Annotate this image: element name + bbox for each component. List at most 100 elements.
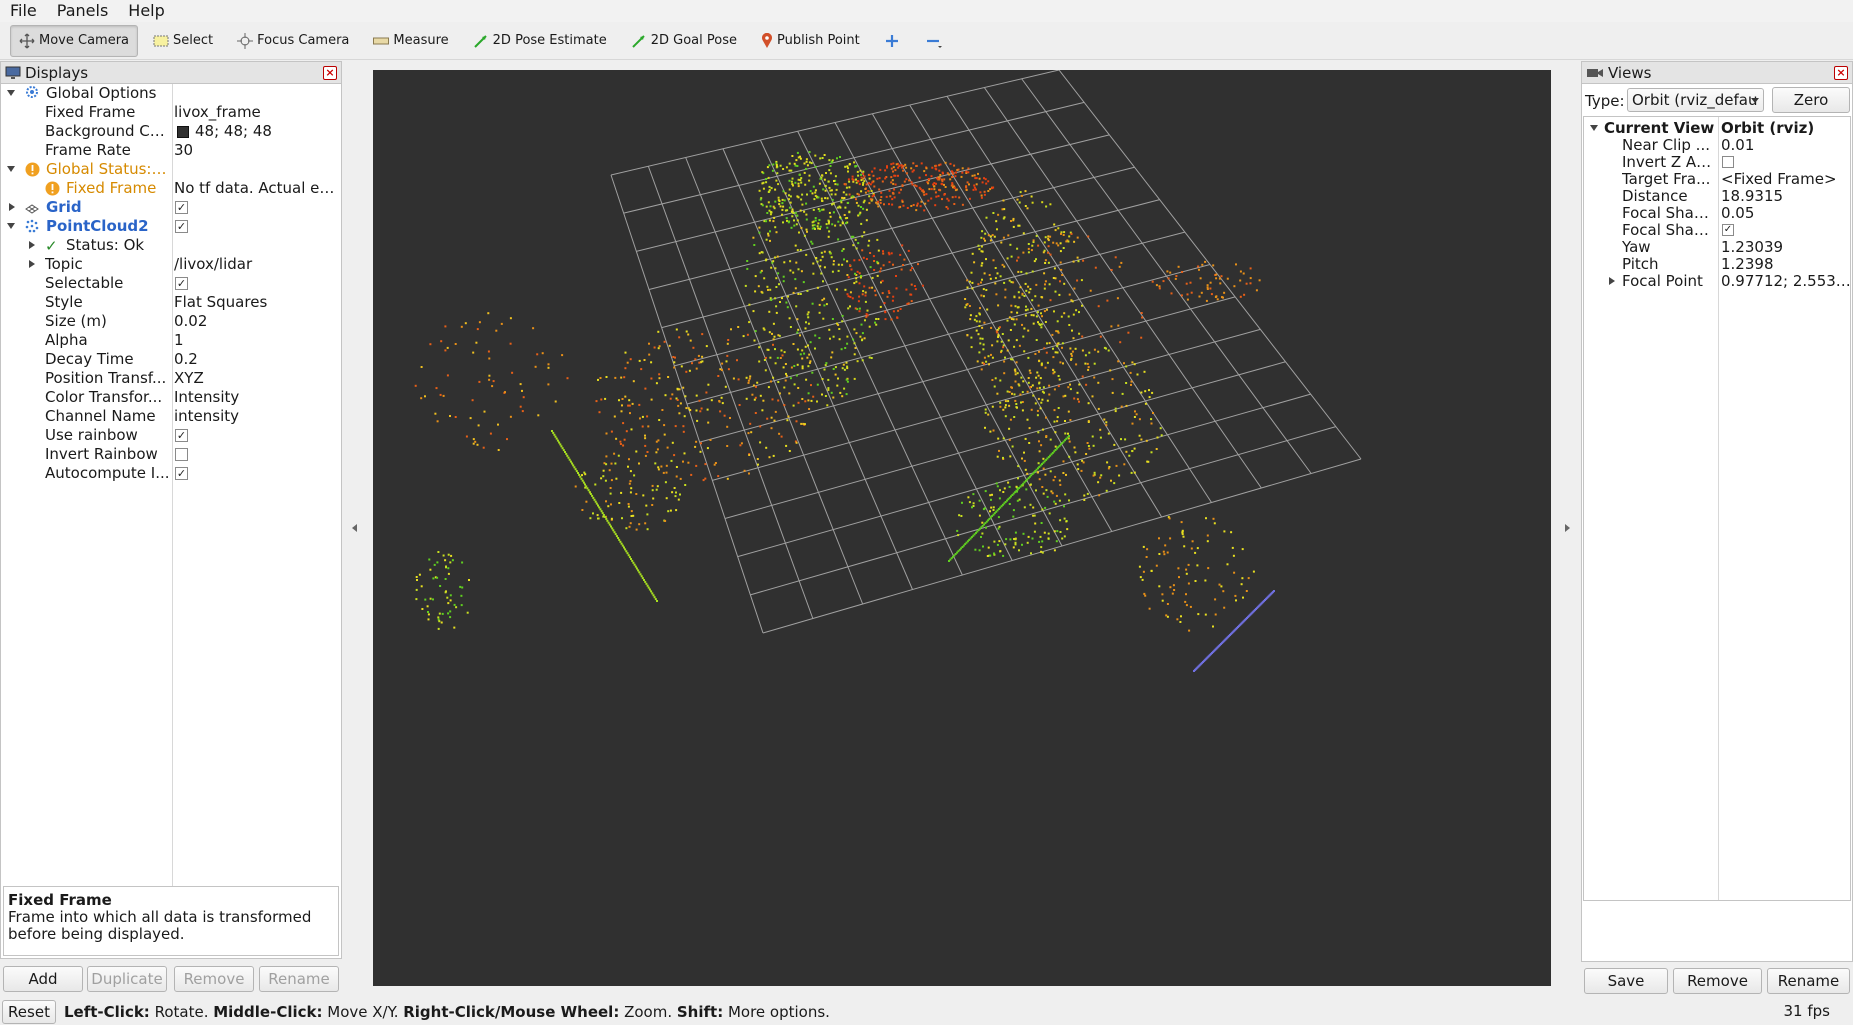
expand-arrow-icon[interactable] bbox=[7, 223, 15, 229]
focal-point-value[interactable]: 0.97712; 2.5538;... bbox=[1721, 273, 1853, 290]
tree-row-target-frame[interactable]: Target Fra... <Fixed Frame> bbox=[1584, 171, 1853, 188]
move-camera-tool[interactable]: Move Camera bbox=[10, 24, 139, 57]
near-clip-value[interactable]: 0.01 bbox=[1721, 137, 1853, 154]
tree-row-decay-time[interactable]: Decay Time 0.2 bbox=[1, 350, 341, 369]
save-view-button[interactable]: Save bbox=[1584, 968, 1668, 994]
tree-row-pointcloud2[interactable]: PointCloud2 ✓ bbox=[1, 217, 341, 236]
measure-tool[interactable]: Measure bbox=[364, 25, 457, 57]
tree-row-invert-rainbow[interactable]: Invert Rainbow bbox=[1, 445, 341, 464]
expand-arrow-icon[interactable] bbox=[7, 166, 15, 172]
size-value[interactable]: 0.02 bbox=[174, 312, 340, 331]
target-frame-value[interactable]: <Fixed Frame> bbox=[1721, 171, 1853, 188]
tree-row-global-status[interactable]: Global Status: ... bbox=[1, 160, 341, 179]
invert-rainbow-checkbox[interactable] bbox=[175, 448, 188, 461]
right-splitter-arrow-icon[interactable] bbox=[1565, 524, 1570, 532]
tree-row-focal-shape-fixed[interactable]: Focal Shap... ✓ bbox=[1584, 222, 1853, 239]
collapse-arrow-icon[interactable] bbox=[29, 260, 35, 268]
decay-time-value[interactable]: 0.2 bbox=[174, 350, 340, 369]
focal-shape-fixed-checkbox[interactable]: ✓ bbox=[1722, 224, 1734, 236]
duplicate-display-button[interactable]: Duplicate bbox=[87, 966, 167, 992]
tree-row-style[interactable]: Style Flat Squares bbox=[1, 293, 341, 312]
view-type-select[interactable]: Orbit (rviz_defau bbox=[1627, 88, 1764, 112]
tree-row-position-transform[interactable]: Position Transf... XYZ bbox=[1, 369, 341, 388]
tree-row-selectable[interactable]: Selectable ✓ bbox=[1, 274, 341, 293]
tree-row-background-color[interactable]: Background Color 48; 48; 48 bbox=[1, 122, 341, 141]
render-viewport[interactable] bbox=[373, 70, 1551, 986]
toolbar: Move Camera Select Focus Camera Measure … bbox=[0, 22, 1853, 60]
alpha-value[interactable]: 1 bbox=[174, 331, 340, 350]
select-tool[interactable]: Select bbox=[144, 25, 222, 57]
tree-row-invert-z[interactable]: Invert Z Axis bbox=[1584, 154, 1853, 171]
channel-name-value[interactable]: intensity bbox=[174, 407, 340, 426]
tree-row-autocompute[interactable]: Autocompute I... ✓ bbox=[1, 464, 341, 483]
tree-row-current-view[interactable]: Current View Orbit (rviz) bbox=[1584, 120, 1853, 137]
rename-view-button[interactable]: Rename bbox=[1767, 968, 1850, 994]
type-label: Type: bbox=[1585, 92, 1625, 110]
fixed-frame-value[interactable]: livox_frame bbox=[174, 103, 340, 122]
left-splitter-arrow-icon[interactable] bbox=[352, 524, 357, 532]
style-value[interactable]: Flat Squares bbox=[174, 293, 340, 312]
focus-camera-tool[interactable]: Focus Camera bbox=[228, 25, 358, 57]
use-rainbow-label: Use rainbow bbox=[45, 426, 138, 444]
menu-panels[interactable]: Panels bbox=[47, 0, 119, 22]
tree-row-topic[interactable]: Topic /livox/lidar bbox=[1, 255, 341, 274]
reset-button[interactable]: Reset bbox=[2, 999, 56, 1024]
pose-estimate-tool[interactable]: 2D Pose Estimate bbox=[464, 25, 616, 57]
topic-value[interactable]: /livox/lidar bbox=[174, 255, 340, 274]
pose-estimate-label: 2D Pose Estimate bbox=[492, 33, 607, 48]
frame-rate-value[interactable]: 30 bbox=[174, 141, 340, 160]
tree-row-status-ok[interactable]: ✓ Status: Ok bbox=[1, 236, 341, 255]
menu-help[interactable]: Help bbox=[118, 0, 174, 22]
tree-row-color-transformer[interactable]: Color Transfor... Intensity bbox=[1, 388, 341, 407]
tree-row-pitch[interactable]: Pitch 1.2398 bbox=[1584, 256, 1853, 273]
remove-display-button[interactable]: Remove bbox=[174, 966, 254, 992]
tree-row-focal-shape-size[interactable]: Focal Shap... 0.05 bbox=[1584, 205, 1853, 222]
tree-row-grid[interactable]: Grid ✓ bbox=[1, 198, 341, 217]
tree-row-frame-rate[interactable]: Frame Rate 30 bbox=[1, 141, 341, 160]
invert-z-checkbox[interactable] bbox=[1722, 156, 1734, 168]
autocompute-checkbox[interactable]: ✓ bbox=[175, 467, 188, 480]
color-swatch[interactable] bbox=[177, 126, 189, 138]
expand-arrow-icon[interactable] bbox=[1590, 125, 1598, 131]
background-color-value[interactable]: 48; 48; 48 bbox=[195, 122, 340, 141]
tree-row-global-options[interactable]: Global Options bbox=[1, 84, 341, 103]
tree-row-size[interactable]: Size (m) 0.02 bbox=[1, 312, 341, 331]
tree-row-fixed-frame[interactable]: Fixed Frame livox_frame bbox=[1, 103, 341, 122]
position-transform-value[interactable]: XYZ bbox=[174, 369, 340, 388]
rename-display-button[interactable]: Rename bbox=[259, 966, 339, 992]
zero-button[interactable]: Zero bbox=[1772, 87, 1850, 113]
selectable-checkbox[interactable]: ✓ bbox=[175, 277, 188, 290]
distance-value[interactable]: 18.9315 bbox=[1721, 188, 1853, 205]
add-display-button[interactable]: Add bbox=[3, 966, 83, 992]
tree-row-near-clip[interactable]: Near Clip ... 0.01 bbox=[1584, 137, 1853, 154]
tree-row-channel-name[interactable]: Channel Name intensity bbox=[1, 407, 341, 426]
collapse-arrow-icon[interactable] bbox=[9, 203, 15, 211]
tree-row-distance[interactable]: Distance 18.9315 bbox=[1584, 188, 1853, 205]
add-tool-button[interactable] bbox=[875, 25, 909, 57]
expand-arrow-icon[interactable] bbox=[7, 90, 15, 96]
collapse-arrow-icon[interactable] bbox=[29, 241, 35, 249]
shift-text: More options. bbox=[723, 1002, 830, 1021]
remove-tool-button[interactable] bbox=[917, 25, 951, 57]
publish-point-tool[interactable]: Publish Point bbox=[752, 25, 869, 57]
pitch-value[interactable]: 1.2398 bbox=[1721, 256, 1853, 273]
tree-row-status-fixed-frame[interactable]: Fixed Frame No tf data. Actual err... bbox=[1, 179, 341, 198]
close-icon[interactable]: × bbox=[323, 66, 337, 80]
tree-row-use-rainbow[interactable]: Use rainbow ✓ bbox=[1, 426, 341, 445]
grid-checkbox[interactable]: ✓ bbox=[175, 201, 188, 214]
menu-file[interactable]: File bbox=[0, 0, 47, 22]
tree-row-yaw[interactable]: Yaw 1.23039 bbox=[1584, 239, 1853, 256]
use-rainbow-checkbox[interactable]: ✓ bbox=[175, 429, 188, 442]
tree-row-focal-point[interactable]: Focal Point 0.97712; 2.5538;... bbox=[1584, 273, 1853, 290]
target-frame-label: Target Fra... bbox=[1622, 171, 1711, 188]
pointcloud2-checkbox[interactable]: ✓ bbox=[175, 220, 188, 233]
focal-shape-size-value[interactable]: 0.05 bbox=[1721, 205, 1853, 222]
goal-pose-tool[interactable]: 2D Goal Pose bbox=[622, 25, 746, 57]
remove-view-button[interactable]: Remove bbox=[1673, 968, 1762, 994]
color-transformer-value[interactable]: Intensity bbox=[174, 388, 340, 407]
tree-row-alpha[interactable]: Alpha 1 bbox=[1, 331, 341, 350]
collapse-arrow-icon[interactable] bbox=[1609, 277, 1615, 285]
yaw-value[interactable]: 1.23039 bbox=[1721, 239, 1853, 256]
background-color-label: Background Color bbox=[45, 122, 170, 140]
close-icon[interactable]: × bbox=[1834, 66, 1848, 80]
